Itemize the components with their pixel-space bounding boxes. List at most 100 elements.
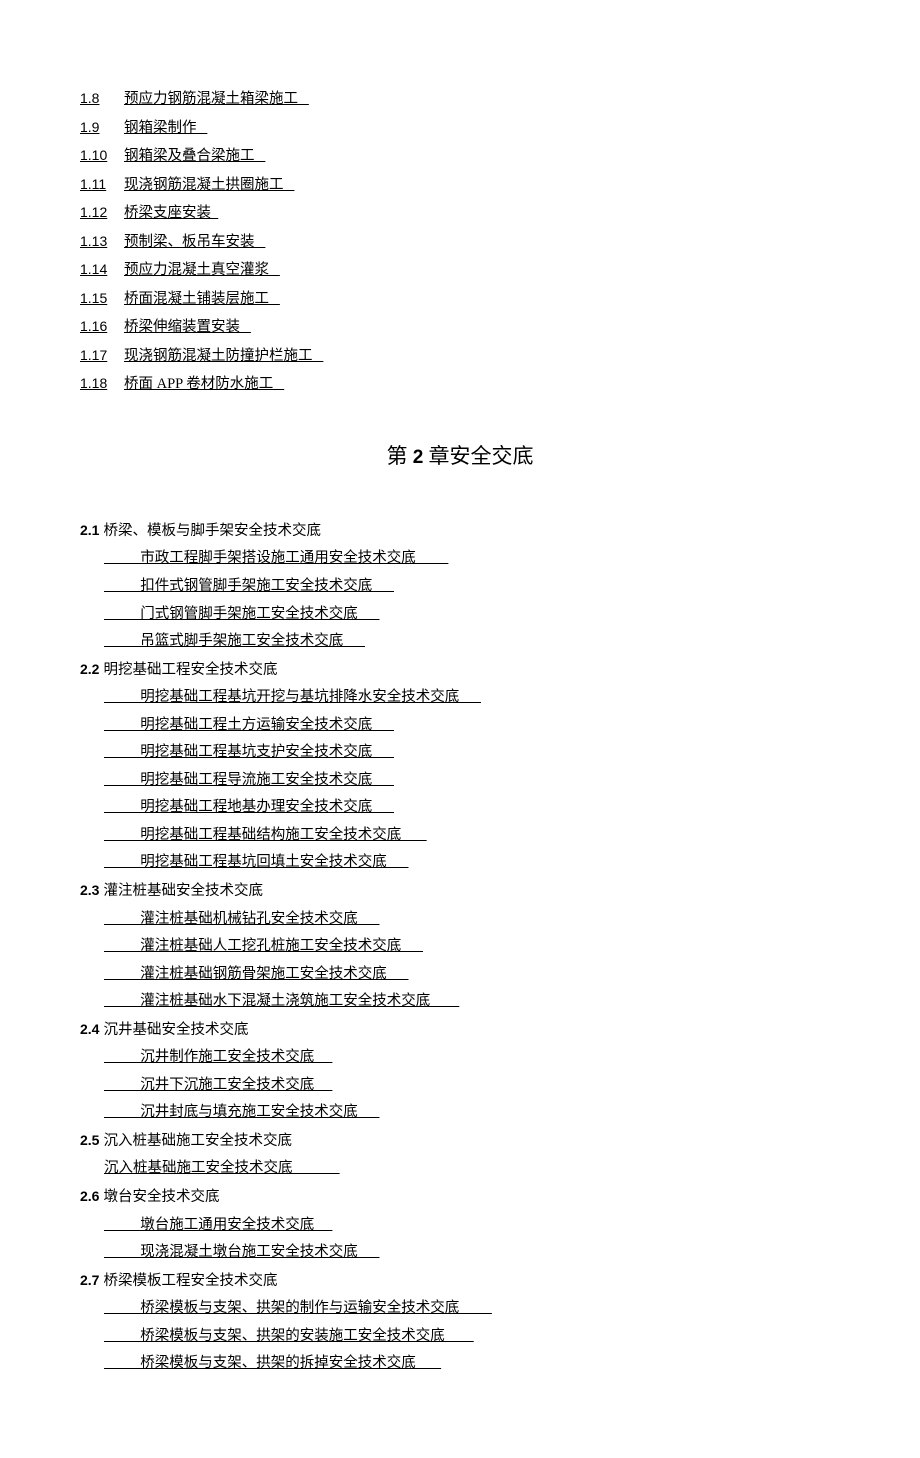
toc-num: 1.12 — [80, 199, 124, 226]
sub-item[interactable]: 桥梁模板与支架、拱架的制作与运输安全技术交底 — [104, 1295, 840, 1323]
top-toc-list: 1.8预应力钢筋混凝土箱梁施工 1.9钢箱梁制作 1.10钢箱梁及叠合梁施工 1… — [80, 85, 840, 399]
toc-label: 桥面 APP 卷材防水施工 — [124, 371, 284, 399]
sub-link: 沉入桩基础施工安全技术交底 — [104, 1160, 340, 1176]
toc-label: 钢箱梁及叠合梁施工 — [124, 143, 265, 171]
sub-link: 现浇混凝土墩台施工安全技术交底 — [104, 1244, 380, 1260]
sub-link: 明挖基础工程基础结构施工安全技术交底 — [104, 827, 427, 843]
chapter-suffix: 章安全交底 — [429, 444, 534, 468]
toc-num: 1.18 — [80, 370, 124, 397]
section-title: 明挖基础工程安全技术交底 — [103, 657, 277, 685]
sub-item[interactable]: 沉井制作施工安全技术交底 — [104, 1044, 840, 1072]
sub-item[interactable]: 灌注桩基础机械钻孔安全技术交底 — [104, 906, 840, 934]
sub-item[interactable]: 墩台施工通用安全技术交底 — [104, 1212, 840, 1240]
toc-row[interactable]: 1.18桥面 APP 卷材防水施工 — [80, 370, 840, 399]
chapter-title: 第 2 章安全交底 — [80, 437, 840, 477]
section-head: 2.2明挖基础工程安全技术交底 — [80, 656, 840, 685]
sub-link: 沉井封底与填充施工安全技术交底 — [104, 1104, 380, 1120]
sub-link: 桥梁模板与支架、拱架的拆掉安全技术交底 — [104, 1355, 441, 1371]
section-title: 沉入桩基础施工安全技术交底 — [103, 1128, 292, 1156]
section-title: 沉井基础安全技术交底 — [103, 1017, 248, 1045]
sub-link: 市政工程脚手架搭设施工通用安全技术交底 — [104, 550, 448, 566]
section-num: 2.6 — [80, 1183, 99, 1210]
toc-num: 1.11 — [80, 171, 124, 198]
section-head: 2.6墩台安全技术交底 — [80, 1183, 840, 1212]
sub-item[interactable]: 扣件式钢管脚手架施工安全技术交底 — [104, 573, 840, 601]
sub-item[interactable]: 灌注桩基础人工挖孔桩施工安全技术交底 — [104, 933, 840, 961]
sub-link: 吊篮式脚手架施工安全技术交底 — [104, 633, 365, 649]
toc-row[interactable]: 1.17现浇钢筋混凝土防撞护栏施工 — [80, 342, 840, 371]
sub-link: 明挖基础工程土方运输安全技术交底 — [104, 717, 394, 733]
toc-row[interactable]: 1.11现浇钢筋混凝土拱圈施工 — [80, 171, 840, 200]
sub-item[interactable]: 桥梁模板与支架、拱架的安装施工安全技术交底 — [104, 1323, 840, 1351]
section-num: 2.7 — [80, 1267, 99, 1294]
toc-row[interactable]: 1.15桥面混凝土铺装层施工 — [80, 285, 840, 314]
toc-num: 1.17 — [80, 342, 124, 369]
section-head: 2.4沉井基础安全技术交底 — [80, 1016, 840, 1045]
toc-row[interactable]: 1.10钢箱梁及叠合梁施工 — [80, 142, 840, 171]
toc-row[interactable]: 1.14预应力混凝土真空灌浆 — [80, 256, 840, 285]
sub-item[interactable]: 明挖基础工程基坑支护安全技术交底 — [104, 739, 840, 767]
sub-link: 沉井制作施工安全技术交底 — [104, 1049, 332, 1065]
sub-item[interactable]: 灌注桩基础水下混凝土浇筑施工安全技术交底 — [104, 988, 840, 1016]
section-num: 2.2 — [80, 656, 99, 683]
sub-item[interactable]: 沉入桩基础施工安全技术交底 — [104, 1155, 840, 1183]
toc-label: 桥面混凝土铺装层施工 — [124, 286, 280, 314]
toc-num: 1.13 — [80, 228, 124, 255]
toc-num: 1.15 — [80, 285, 124, 312]
sub-item[interactable]: 吊篮式脚手架施工安全技术交底 — [104, 628, 840, 656]
sub-item[interactable]: 明挖基础工程基础结构施工安全技术交底 — [104, 822, 840, 850]
section-num: 2.4 — [80, 1016, 99, 1043]
sub-link: 灌注桩基础钢筋骨架施工安全技术交底 — [104, 966, 409, 982]
toc-label: 桥梁支座安装 — [124, 200, 218, 228]
sub-link: 明挖基础工程地基办理安全技术交底 — [104, 799, 394, 815]
sub-link: 灌注桩基础水下混凝土浇筑施工安全技术交底 — [104, 993, 459, 1009]
section-title: 桥梁、模板与脚手架安全技术交底 — [103, 518, 321, 546]
toc-num: 1.8 — [80, 85, 124, 112]
section-head: 2.7桥梁模板工程安全技术交底 — [80, 1267, 840, 1296]
toc-row[interactable]: 1.9钢箱梁制作 — [80, 114, 840, 143]
toc-label: 预应力混凝土真空灌浆 — [124, 257, 280, 285]
section-num: 2.3 — [80, 877, 99, 904]
chapter-prefix: 第 — [386, 444, 407, 468]
section-title: 桥梁模板工程安全技术交底 — [103, 1268, 277, 1296]
toc-num: 1.10 — [80, 142, 124, 169]
sub-link: 灌注桩基础机械钻孔安全技术交底 — [104, 911, 380, 927]
sub-item[interactable]: 明挖基础工程基坑开挖与基坑排降水安全技术交底 — [104, 684, 840, 712]
toc-label: 预制梁、板吊车安装 — [124, 229, 265, 257]
sub-item[interactable]: 现浇混凝土墩台施工安全技术交底 — [104, 1239, 840, 1267]
toc-num: 1.14 — [80, 256, 124, 283]
toc-row[interactable]: 1.16桥梁伸缩装置安装 — [80, 313, 840, 342]
sub-item[interactable]: 明挖基础工程基坑回填土安全技术交底 — [104, 849, 840, 877]
sub-link: 灌注桩基础人工挖孔桩施工安全技术交底 — [104, 938, 423, 954]
toc-label: 钢箱梁制作 — [124, 115, 207, 143]
sub-link: 墩台施工通用安全技术交底 — [104, 1217, 332, 1233]
sub-item[interactable]: 桥梁模板与支架、拱架的拆掉安全技术交底 — [104, 1350, 840, 1378]
toc-row[interactable]: 1.13预制梁、板吊车安装 — [80, 228, 840, 257]
sub-item[interactable]: 明挖基础工程地基办理安全技术交底 — [104, 794, 840, 822]
section-title: 墩台安全技术交底 — [103, 1184, 219, 1212]
section-title: 灌注桩基础安全技术交底 — [103, 878, 263, 906]
sub-link: 明挖基础工程基坑开挖与基坑排降水安全技术交底 — [104, 689, 481, 705]
sub-link: 沉井下沉施工安全技术交底 — [104, 1077, 332, 1093]
section-head: 2.5沉入桩基础施工安全技术交底 — [80, 1127, 840, 1156]
toc-row[interactable]: 1.12桥梁支座安装 — [80, 199, 840, 228]
sub-item[interactable]: 明挖基础工程土方运输安全技术交底 — [104, 712, 840, 740]
sub-item[interactable]: 沉井下沉施工安全技术交底 — [104, 1072, 840, 1100]
section-num: 2.1 — [80, 517, 99, 544]
toc-num: 1.16 — [80, 313, 124, 340]
sub-item[interactable]: 明挖基础工程导流施工安全技术交底 — [104, 767, 840, 795]
sub-link: 门式钢管脚手架施工安全技术交底 — [104, 606, 380, 622]
sub-link: 明挖基础工程基坑回填土安全技术交底 — [104, 854, 409, 870]
toc-label: 现浇钢筋混凝土拱圈施工 — [124, 172, 294, 200]
sub-item[interactable]: 市政工程脚手架搭设施工通用安全技术交底 — [104, 545, 840, 573]
section-head: 2.3灌注桩基础安全技术交底 — [80, 877, 840, 906]
sub-link: 桥梁模板与支架、拱架的安装施工安全技术交底 — [104, 1328, 474, 1344]
toc-row[interactable]: 1.8预应力钢筋混凝土箱梁施工 — [80, 85, 840, 114]
toc-label: 预应力钢筋混凝土箱梁施工 — [124, 86, 309, 114]
toc-label: 桥梁伸缩装置安装 — [124, 314, 251, 342]
sub-item[interactable]: 灌注桩基础钢筋骨架施工安全技术交底 — [104, 961, 840, 989]
sub-link: 明挖基础工程基坑支护安全技术交底 — [104, 744, 394, 760]
sub-item[interactable]: 门式钢管脚手架施工安全技术交底 — [104, 601, 840, 629]
section-num: 2.5 — [80, 1127, 99, 1154]
sub-item[interactable]: 沉井封底与填充施工安全技术交底 — [104, 1099, 840, 1127]
